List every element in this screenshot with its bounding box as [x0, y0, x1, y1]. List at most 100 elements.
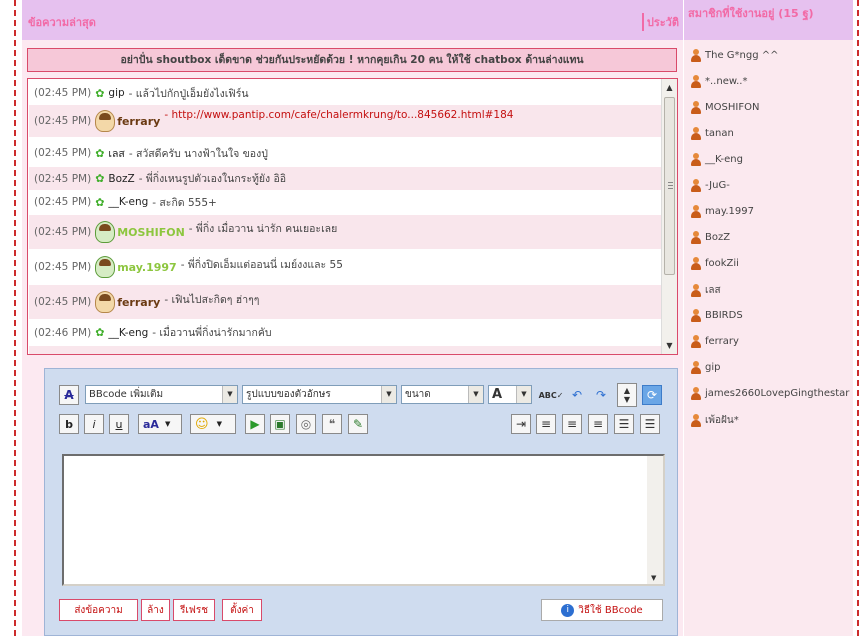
scroll-up-arrow-icon[interactable]: ▲ — [662, 80, 677, 95]
undo-icon[interactable]: ↶ — [567, 385, 587, 405]
member-name[interactable]: -JuG- — [705, 180, 730, 191]
italic-icon[interactable]: i — [84, 414, 104, 434]
member-name[interactable]: BozZ — [705, 232, 730, 243]
spellcheck-icon[interactable]: ABC✓ — [539, 385, 564, 405]
bbcode-select[interactable]: BBcode เพิ่มเติม ▼ — [85, 385, 238, 404]
user-icon — [690, 361, 702, 374]
send-button[interactable]: ส่งข้อความ — [59, 599, 138, 621]
settings-button[interactable]: ตั้งค่า — [222, 599, 262, 621]
font-style-dropdown[interactable]: aA ▼ — [138, 414, 182, 434]
message-user[interactable]: ferrary — [117, 296, 160, 309]
member-item[interactable]: james2660LovepGingthestar — [690, 387, 849, 400]
user-icon — [690, 179, 702, 192]
message-row: (02:45 PM) ✿ gip - แล้วไปกักปู่เอ็มยังไง… — [29, 82, 661, 104]
left-dashed-border — [14, 0, 16, 636]
insert-link-icon[interactable]: ▶ — [245, 414, 265, 434]
textarea-scrollbar[interactable]: ▼ — [647, 456, 663, 584]
member-name[interactable]: The G*ngg ^^ — [705, 50, 779, 61]
grip-line — [668, 182, 673, 183]
member-item[interactable]: -JuG- — [690, 179, 730, 192]
right-dashed-border — [857, 0, 859, 636]
member-name[interactable]: gip — [705, 362, 720, 373]
message-user[interactable]: gip — [108, 87, 124, 99]
indent-icon[interactable]: ⇥ — [511, 414, 531, 434]
member-item[interactable]: may.1997 — [690, 205, 754, 218]
member-item[interactable]: *..new..* — [690, 75, 747, 88]
refresh-icon[interactable]: ⟳ — [642, 385, 662, 405]
refresh-button[interactable]: รีเฟรช — [173, 599, 215, 621]
member-name[interactable]: เลส — [705, 283, 721, 298]
message-user[interactable]: MOSHIFON — [117, 226, 185, 239]
align-left-icon[interactable]: ≡ — [536, 414, 556, 434]
message-user[interactable]: may.1997 — [117, 261, 177, 274]
member-name[interactable]: BBIRDS — [705, 310, 743, 321]
member-name[interactable]: james2660LovepGingthestar — [705, 388, 849, 399]
emoticon-dropdown[interactable]: ☺ ▼ — [190, 414, 236, 434]
message-user[interactable]: BozZ — [108, 173, 134, 185]
message-user[interactable]: __K-eng — [108, 196, 148, 208]
history-link[interactable]: ประวัติ — [641, 13, 679, 31]
align-center-icon[interactable]: ≡ — [562, 414, 582, 434]
shout-message-list[interactable]: (02:45 PM) ✿ gip - แล้วไปกักปู่เอ็มยังไง… — [27, 78, 678, 355]
member-name[interactable]: __K-eng — [705, 154, 743, 165]
user-icon — [690, 205, 702, 218]
member-item[interactable]: BBIRDS — [690, 309, 743, 322]
info-icon: i — [561, 603, 575, 617]
member-name[interactable]: tanan — [705, 128, 734, 139]
message-list-scrollbar[interactable]: ▲ ▼ — [661, 79, 677, 354]
scroll-down-arrow-icon[interactable]: ▼ — [662, 338, 677, 353]
redo-icon[interactable]: ↷ — [591, 385, 611, 405]
ordered-list-icon[interactable]: ☰ — [614, 414, 634, 434]
member-item[interactable]: tanan — [690, 127, 734, 140]
message-time: (02:45 PM) — [34, 172, 92, 185]
message-user[interactable]: เลส — [108, 145, 124, 162]
member-name[interactable]: MOSHIFON — [705, 102, 759, 113]
color-select[interactable]: A ▼ — [488, 385, 532, 404]
insert-media-icon[interactable]: ◎ — [296, 414, 316, 434]
bbcode-help-button[interactable]: i วิธีใช้ BBcode — [541, 599, 663, 621]
member-item[interactable]: The G*ngg ^^ — [690, 49, 779, 62]
member-item[interactable]: fookZii — [690, 257, 739, 270]
font-select[interactable]: รูปแบบของตัวอักษร ▼ — [242, 385, 397, 404]
scroll-thumb[interactable] — [664, 97, 675, 275]
insert-image-icon[interactable]: ▣ — [270, 414, 290, 434]
chevron-down-icon: ▼ — [516, 386, 531, 403]
message-text: - เฟินไปสะกิดๆ ฮ่าๆๆ — [164, 293, 260, 306]
message-text: - สวัสดีครับ นางฟ้าในใจ ของปู่ — [128, 147, 268, 160]
member-name[interactable]: may.1997 — [705, 206, 754, 217]
member-name[interactable]: ferrary — [705, 336, 739, 347]
member-item[interactable]: __K-eng — [690, 153, 743, 166]
underline-icon[interactable]: u — [109, 414, 129, 434]
bold-icon[interactable]: b — [59, 414, 79, 434]
message-row: (02:45 PM) MOSHIFON - พี่กิ่ง เมื่อวาน น… — [29, 215, 661, 249]
insert-quote-icon[interactable]: ❝ — [322, 414, 342, 434]
message-textarea[interactable]: ▼ — [62, 454, 665, 586]
member-item[interactable]: เลส — [690, 283, 721, 298]
font-select-value: รูปแบบของตัวอักษร — [246, 389, 331, 400]
member-item[interactable]: ferrary — [690, 335, 739, 348]
member-item[interactable]: gip — [690, 361, 720, 374]
size-select[interactable]: ขนาด ▼ — [401, 385, 484, 404]
member-item[interactable]: เพ้อฝัน* — [690, 413, 739, 428]
chevron-down-icon: ▼ — [381, 386, 396, 403]
scroll-down-arrow-icon[interactable]: ▼ — [651, 574, 656, 582]
member-name[interactable]: เพ้อฝัน* — [705, 413, 739, 428]
member-name[interactable]: *..new..* — [705, 76, 747, 87]
message-text: - พี่กิ่งปิดเอ็มแต่ออนนี่ เมย์งงและ 55 — [180, 258, 343, 271]
insert-code-icon[interactable]: ✎ — [348, 414, 368, 434]
member-item[interactable]: BozZ — [690, 231, 730, 244]
message-link[interactable]: - http://www.pantip.com/cafe/chalermkrun… — [164, 109, 513, 121]
remove-format-icon[interactable]: A — [59, 385, 79, 405]
message-row-partial — [29, 346, 661, 354]
bbcode-select-value: BBcode เพิ่มเติม — [89, 389, 164, 400]
clear-button[interactable]: ล้าง — [141, 599, 170, 621]
message-user[interactable]: ferrary — [117, 115, 160, 128]
resize-editor-icon[interactable]: ▲ ▼ — [617, 383, 637, 407]
align-right-icon[interactable]: ≡ — [588, 414, 608, 434]
online-members-panel: สมาชิกที่ใช้งานอยู่ (15 ฐ) The G*ngg ^^ … — [684, 0, 853, 636]
unordered-list-icon[interactable]: ☰ — [640, 414, 660, 434]
message-user[interactable]: __K-eng — [108, 327, 148, 339]
member-item[interactable]: MOSHIFON — [690, 101, 759, 114]
member-name[interactable]: fookZii — [705, 258, 739, 269]
chat-editor: A BBcode เพิ่มเติม ▼ รูปแบบของตัวอักษร ▼… — [44, 368, 678, 636]
